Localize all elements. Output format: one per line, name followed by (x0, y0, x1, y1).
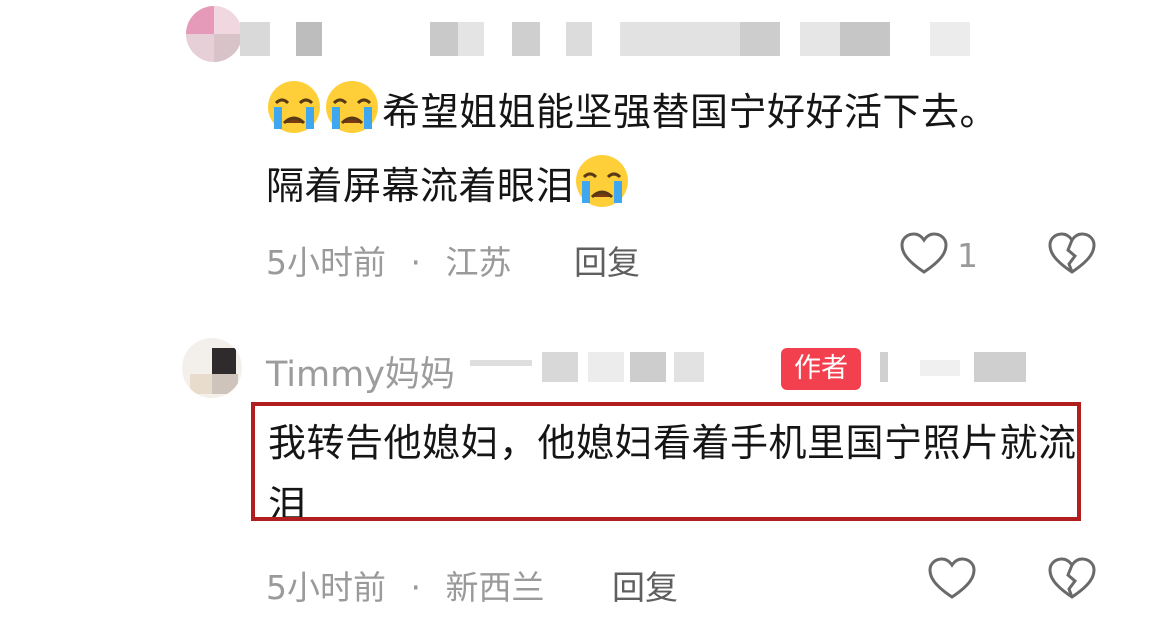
location: 江苏 (445, 243, 512, 282)
comment-meta: 5小时前 · 江苏 (266, 236, 512, 284)
avatar[interactable] (186, 6, 242, 62)
broken-heart-icon[interactable] (1048, 232, 1096, 276)
comment-text-line1: 希望姐姐能坚强替国宁好好活下去。 (382, 90, 999, 134)
crying-emoji-icon (324, 78, 380, 134)
crying-emoji-icon (266, 78, 322, 134)
meta-separator: · (410, 568, 422, 607)
username-pixelated (240, 22, 980, 56)
username-suffix-pixelated (470, 352, 710, 382)
author-badge: 作者 (781, 348, 861, 390)
comment-meta: 5小时前 · 新西兰 (266, 561, 545, 609)
broken-heart-icon[interactable] (1048, 557, 1096, 601)
badge-extra-pixelated (880, 352, 1030, 382)
like-count: 1 (957, 236, 978, 275)
avatar[interactable] (182, 338, 242, 398)
comment-text-line2-wrap: 隔着屏幕流着眼泪 (266, 142, 632, 230)
location: 新西兰 (445, 568, 545, 607)
reply-button[interactable]: 回复 (612, 561, 678, 609)
comment-text: 我转告他媳妇，他媳妇看着手机里国宁照片就流泪 (268, 421, 1077, 521)
highlighted-comment-box: 我转告他媳妇，他媳妇看着手机里国宁照片就流泪 (251, 402, 1081, 521)
meta-separator: · (410, 243, 422, 282)
comment-text-line2: 隔着屏幕流着眼泪 (266, 164, 575, 208)
reply-button[interactable]: 回复 (574, 236, 640, 284)
timestamp: 5小时前 (266, 243, 386, 282)
crying-emoji-icon (574, 152, 630, 208)
heart-icon[interactable] (900, 232, 948, 276)
username[interactable]: Timmy妈妈 (266, 346, 455, 397)
heart-icon[interactable] (928, 557, 976, 601)
timestamp: 5小时前 (266, 568, 386, 607)
